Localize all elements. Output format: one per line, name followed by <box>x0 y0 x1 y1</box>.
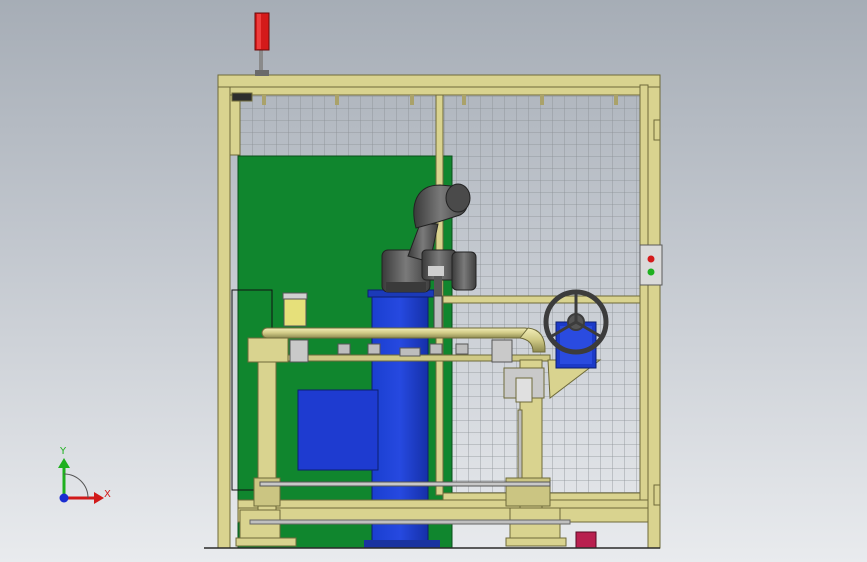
axis-x-label: X <box>104 489 111 500</box>
axis-y-label: Y <box>59 446 67 457</box>
axis-triad-icon <box>58 458 104 504</box>
control-panel-icon[interactable] <box>639 244 663 286</box>
control-box <box>575 531 597 549</box>
signal-tower-icon <box>254 12 270 76</box>
feed-container <box>282 292 308 327</box>
machine-cell-model[interactable]: Y X <box>0 0 867 562</box>
cad-viewport[interactable]: Y X <box>0 0 867 562</box>
